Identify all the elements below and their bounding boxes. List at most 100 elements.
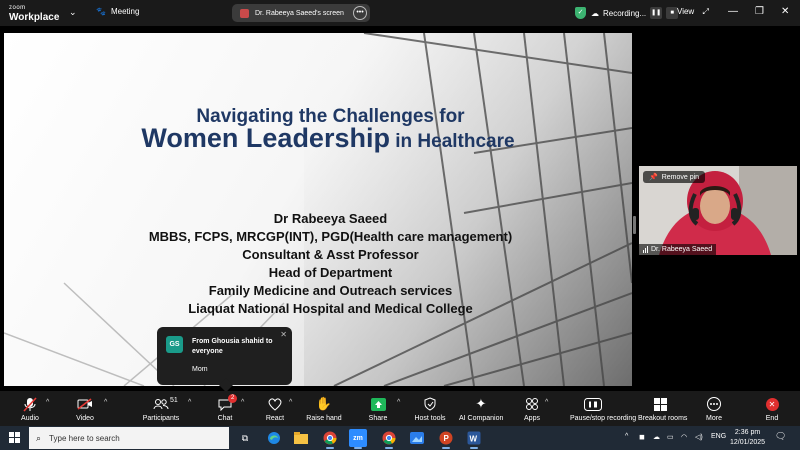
photos-app-icon[interactable]	[408, 429, 426, 447]
participant-name: Dr. Rabeeya Saeed	[651, 246, 713, 253]
chevron-down-icon[interactable]: ⌄	[69, 7, 77, 18]
recording-label: Recording...	[603, 8, 647, 18]
chat-notification[interactable]: GS From Ghousia shahid to everyone Mom ✕	[157, 327, 292, 393]
zoom-workplace-logo[interactable]: zoom Workplace	[9, 4, 59, 23]
remove-pin-button[interactable]: 📌 Remove pin	[643, 171, 706, 183]
participants-button[interactable]: 51 Participants	[143, 391, 180, 426]
video-options-caret-icon[interactable]: ^	[104, 399, 107, 406]
host-tools-button[interactable]: Host tools	[414, 391, 446, 426]
more-options-icon[interactable]: •••	[353, 6, 367, 20]
notification-center-icon[interactable]: 🗨	[775, 431, 786, 442]
restore-button[interactable]: ❐	[755, 6, 764, 17]
share-screen-icon	[366, 396, 390, 412]
security-shield-icon[interactable]: ✓	[575, 7, 586, 19]
word-icon[interactable]: W	[465, 429, 483, 449]
pause-recording-icon[interactable]: ❚❚	[650, 7, 663, 19]
powerpoint-icon[interactable]: P	[437, 429, 455, 449]
apps-button[interactable]: Apps	[520, 391, 544, 426]
breakout-rooms-button[interactable]: Breakout rooms	[638, 391, 687, 426]
chrome-second-window-icon[interactable]	[380, 429, 398, 449]
end-meeting-button[interactable]: ✕ End	[760, 391, 784, 426]
speaker-line: Dr Rabeeya Saeed	[273, 211, 388, 226]
minimize-button[interactable]: —	[728, 6, 738, 17]
volume-icon[interactable]: ◁)	[695, 433, 703, 441]
wifi-icon[interactable]: ◠	[681, 433, 687, 441]
chat-options-caret-icon[interactable]: ^	[241, 399, 244, 406]
meeting-label: Meeting	[110, 7, 140, 16]
chrome-browser-icon[interactable]	[321, 429, 339, 449]
cloud-icon: ☁	[591, 8, 599, 18]
view-menu[interactable]: View ⤢	[677, 7, 709, 17]
windows-start-icon[interactable]	[9, 432, 20, 443]
clock-date: 12/01/2025	[730, 439, 766, 446]
zoom-meeting-window: zoom Workplace ⌄ 🐾 Meeting Dr. Rabeeya S…	[0, 0, 800, 450]
language-indicator[interactable]: ENG	[711, 433, 726, 440]
windows-taskbar: ⌕ Type here to search ⧉ zm P W ^ ◼ ☁ ▭ ◠…	[0, 426, 800, 450]
svg-text:W: W	[470, 435, 478, 444]
battery-icon[interactable]: ▭	[667, 433, 674, 441]
meeting-button[interactable]: 🐾 Meeting	[96, 7, 139, 16]
pause-recording-label: Pause/stop recording	[570, 415, 637, 422]
close-button[interactable]: ✕	[781, 6, 789, 17]
speaker-line: Consultant & Asst Professor	[242, 247, 419, 262]
chat-button[interactable]: 2 Chat	[213, 391, 238, 426]
raise-hand-label: Raise hand	[306, 415, 342, 422]
participants-options-caret-icon[interactable]: ^	[188, 399, 191, 406]
task-view-icon[interactable]: ⧉	[236, 429, 254, 447]
tray-expand-chevron-icon[interactable]: ^	[625, 433, 628, 440]
raise-hand-button[interactable]: ✋ Raise hand	[306, 391, 341, 426]
share-options-caret-icon[interactable]: ^	[397, 399, 400, 406]
chat-message: Mom	[192, 366, 208, 373]
apps-options-caret-icon[interactable]: ^	[545, 399, 548, 406]
system-clock[interactable]: 2:36 pm 12/01/2025	[730, 428, 765, 448]
host-tools-label: Host tools	[414, 415, 446, 422]
zoom-app-icon[interactable]: zm	[349, 429, 367, 449]
meeting-toolbar: Audio ^ Video ^ 51 Participants ^ 2 Chat…	[0, 391, 800, 426]
hand-icon: ✋	[315, 396, 333, 411]
slide-title-emphasis: Women Leadership	[141, 123, 390, 153]
search-placeholder: Type here to search	[49, 433, 120, 443]
cloud-tray-icon[interactable]: ☁	[653, 433, 660, 441]
video-label: Video	[76, 415, 94, 422]
share-button[interactable]: Share	[366, 391, 390, 426]
presenter-thumbnail-icon	[240, 8, 249, 18]
pause-stop-icon	[580, 396, 606, 412]
svg-text:P: P	[444, 434, 450, 443]
audio-button[interactable]: Audio	[18, 391, 42, 426]
slide-title-line2: Women Leadership in Healthcare	[4, 123, 632, 154]
react-options-caret-icon[interactable]: ^	[289, 399, 292, 406]
participants-count: 51	[170, 397, 178, 404]
close-icon[interactable]: ✕	[280, 330, 287, 339]
sender-avatar: GS	[166, 336, 183, 353]
screen-share-pill[interactable]: Dr. Rabeeya Saeed's screen •••	[232, 4, 370, 22]
breakout-rooms-icon	[648, 396, 672, 412]
react-label: React	[265, 415, 285, 422]
participants-label: Participants	[142, 415, 180, 422]
apps-label: Apps	[524, 415, 540, 422]
end-icon-wrap: ✕	[760, 396, 784, 412]
sparkle-icon: ✦	[475, 396, 487, 411]
resize-handle[interactable]	[633, 216, 636, 234]
search-icon: ⌕	[36, 432, 42, 443]
breakout-rooms-label: Breakout rooms	[638, 415, 688, 422]
ai-companion-button[interactable]: ✦ AI Companion	[459, 391, 503, 426]
speaker-line: MBBS, FCPS, MRCGP(INT), PGD(Health care …	[148, 229, 513, 244]
signal-bars-icon	[643, 246, 648, 253]
zoom-tray-icon[interactable]: ◼	[639, 433, 645, 441]
apps-grid-icon	[520, 396, 544, 412]
pinned-video-tile[interactable]: 📌 Remove pin Dr. Rabeeya Saeed	[639, 166, 797, 255]
paw-icon: 🐾	[96, 7, 106, 16]
fullscreen-icon: ⤢	[702, 7, 709, 16]
file-explorer-icon[interactable]	[292, 429, 310, 447]
clock-time: 2:36 pm	[734, 429, 761, 436]
more-button[interactable]: More	[702, 391, 726, 426]
pin-icon: 📌	[649, 174, 658, 181]
audio-options-caret-icon[interactable]: ^	[46, 399, 49, 406]
view-label: View	[677, 7, 695, 16]
edge-browser-icon[interactable]	[265, 429, 283, 447]
react-button[interactable]: React	[263, 391, 287, 426]
pause-stop-recording-button[interactable]: Pause/stop recording	[570, 391, 636, 426]
audio-label: Audio	[21, 415, 39, 422]
taskbar-search-box[interactable]: ⌕ Type here to search	[29, 427, 229, 449]
video-button[interactable]: Video	[73, 391, 97, 426]
